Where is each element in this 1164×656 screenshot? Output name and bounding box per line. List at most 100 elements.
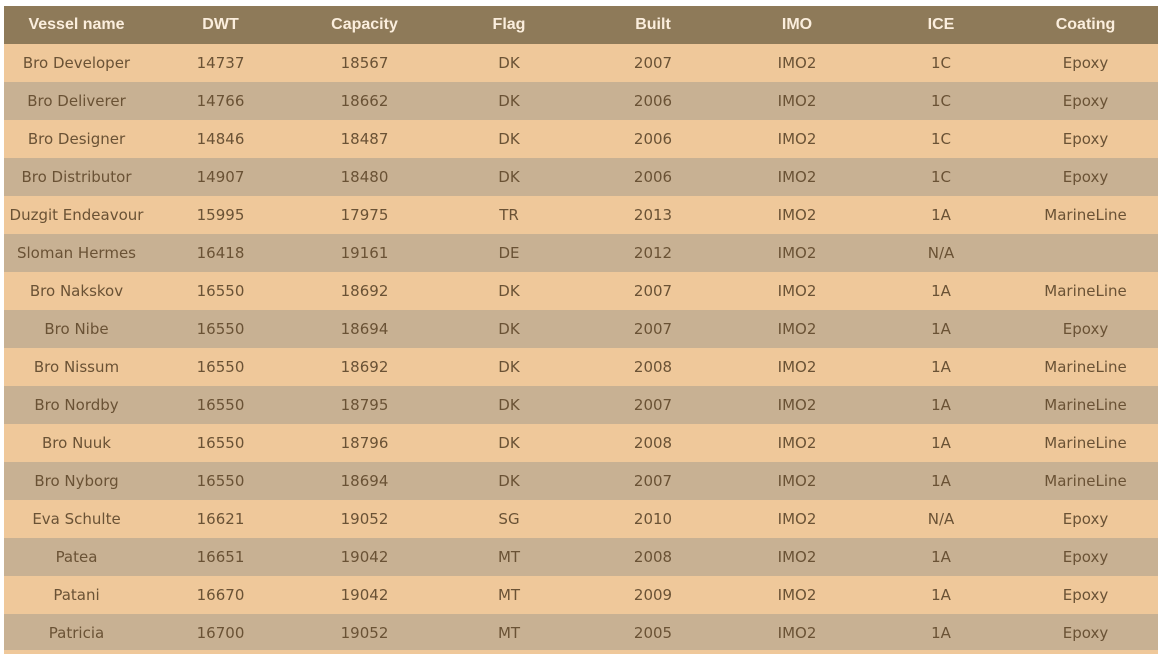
table-row: Bro Nyborg 16550 18694 DK 2007 IMO2 1A MarineLi… bbox=[4, 462, 1158, 500]
cell-dwt: 15995 bbox=[196, 206, 245, 224]
cell-ice: 1A bbox=[931, 434, 951, 452]
cell-vessel-name: Patani bbox=[53, 586, 100, 604]
cell-vessel-name: Bro Nissum bbox=[33, 358, 120, 376]
cell-built: 2006 bbox=[633, 168, 673, 186]
cell-flag: DK bbox=[498, 320, 520, 338]
cell-ice: 1A bbox=[931, 358, 951, 376]
cell-flag: DK bbox=[498, 282, 520, 300]
cell-built: 2008 bbox=[633, 548, 673, 566]
cell-vessel-name: Bro Nordby bbox=[34, 396, 119, 414]
cell-built: 2007 bbox=[633, 320, 673, 338]
cell-capacity: 18694 bbox=[340, 320, 389, 338]
cell-capacity: 18796 bbox=[340, 434, 389, 452]
cell-dwt: 16550 bbox=[196, 282, 245, 300]
cell-capacity: 18480 bbox=[340, 168, 389, 186]
cell-capacity: 19052 bbox=[340, 624, 389, 642]
cell-imo: IMO2 bbox=[777, 472, 817, 490]
cell-dwt: 16700 bbox=[196, 624, 245, 642]
cell-imo: IMO2 bbox=[777, 282, 817, 300]
column-header-vessel-name[interactable]: Vessel name bbox=[4, 6, 149, 44]
table-row: Eva Schulte 16621 19052 SG 2010 IMO2 N/A Epoxy bbox=[4, 500, 1158, 538]
table-row: Bro Nibe 16550 18694 DK 2007 IMO2 1A Epoxy bbox=[4, 310, 1158, 348]
cell-coating: Epoxy bbox=[1062, 92, 1109, 110]
cell-ice: N/A bbox=[927, 510, 955, 528]
table-row: Patricia 16700 19052 MT 2005 IMO2 1A Epoxy bbox=[4, 614, 1158, 652]
table-body: Bro Developer 14737 18567 DK 2007 IMO2 1C Epoxy… bbox=[4, 44, 1158, 652]
table-bottom-edge bbox=[4, 650, 1158, 654]
table-row: Patani 16670 19042 MT 2009 IMO2 1A Epoxy bbox=[4, 576, 1158, 614]
column-header-imo[interactable]: IMO bbox=[725, 6, 869, 44]
cell-flag: DK bbox=[498, 168, 520, 186]
cell-flag: MT bbox=[497, 548, 521, 566]
cell-vessel-name: Eva Schulte bbox=[32, 510, 121, 528]
cell-capacity: 19052 bbox=[340, 510, 389, 528]
cell-dwt: 14766 bbox=[196, 92, 245, 110]
cell-coating: Epoxy bbox=[1062, 548, 1109, 566]
cell-imo: IMO2 bbox=[777, 54, 817, 72]
cell-built: 2007 bbox=[633, 282, 673, 300]
cell-flag: DK bbox=[498, 54, 520, 72]
cell-ice: 1A bbox=[931, 624, 951, 642]
column-header-ice[interactable]: ICE bbox=[869, 6, 1013, 44]
cell-vessel-name: Bro Nyborg bbox=[34, 472, 119, 490]
cell-built: 2007 bbox=[633, 472, 673, 490]
column-header-coating[interactable]: Coating bbox=[1013, 6, 1158, 44]
cell-vessel-name: Bro Designer bbox=[27, 130, 126, 148]
cell-ice: 1A bbox=[931, 320, 951, 338]
cell-imo: IMO2 bbox=[777, 510, 817, 528]
cell-vessel-name: Bro Developer bbox=[22, 54, 131, 72]
cell-imo: IMO2 bbox=[777, 396, 817, 414]
cell-capacity: 18662 bbox=[340, 92, 389, 110]
table-row: Bro Designer 14846 18487 DK 2006 IMO2 1C Epoxy bbox=[4, 120, 1158, 158]
cell-imo: IMO2 bbox=[777, 358, 817, 376]
cell-coating: MarineLine bbox=[1044, 358, 1127, 376]
cell-flag: DE bbox=[498, 244, 520, 262]
table-row: Bro Nordby 16550 18795 DK 2007 IMO2 1A MarineLi… bbox=[4, 386, 1158, 424]
cell-ice: 1A bbox=[931, 282, 951, 300]
table-row: Duzgit Endeavour 15995 17975 TR 2013 IMO2 1A Ma… bbox=[4, 196, 1158, 234]
cell-dwt: 16550 bbox=[196, 358, 245, 376]
cell-imo: IMO2 bbox=[777, 206, 817, 224]
cell-vessel-name: Sloman Hermes bbox=[16, 244, 136, 262]
cell-imo: IMO2 bbox=[777, 586, 817, 604]
column-header-capacity[interactable]: Capacity bbox=[292, 6, 437, 44]
cell-vessel-name: Bro Deliverer bbox=[27, 92, 126, 110]
cell-coating: Epoxy bbox=[1062, 130, 1109, 148]
table-row: Patea 16651 19042 MT 2008 IMO2 1A Epoxy bbox=[4, 538, 1158, 576]
table-row: Bro Developer 14737 18567 DK 2007 IMO2 1C Epoxy bbox=[4, 44, 1158, 82]
cell-built: 2007 bbox=[633, 396, 673, 414]
cell-flag: DK bbox=[498, 92, 520, 110]
cell-ice: 1A bbox=[931, 548, 951, 566]
table-row: Bro Deliverer 14766 18662 DK 2006 IMO2 1C Epoxy bbox=[4, 82, 1158, 120]
cell-capacity: 18692 bbox=[340, 358, 389, 376]
cell-dwt: 16670 bbox=[196, 586, 245, 604]
cell-imo: IMO2 bbox=[777, 92, 817, 110]
cell-capacity: 19161 bbox=[340, 244, 389, 262]
cell-capacity: 19042 bbox=[340, 548, 389, 566]
cell-coating: MarineLine bbox=[1044, 396, 1127, 414]
cell-coating bbox=[1013, 234, 1158, 272]
cell-flag: DK bbox=[498, 358, 520, 376]
cell-flag: DK bbox=[498, 472, 520, 490]
cell-flag: DK bbox=[498, 130, 520, 148]
column-header-built[interactable]: Built bbox=[581, 6, 725, 44]
cell-flag: MT bbox=[497, 586, 521, 604]
cell-flag: DK bbox=[498, 434, 520, 452]
column-header-flag[interactable]: Flag bbox=[437, 6, 581, 44]
cell-coating: Epoxy bbox=[1062, 54, 1109, 72]
cell-ice: 1C bbox=[930, 92, 952, 110]
cell-capacity: 17975 bbox=[340, 206, 389, 224]
cell-dwt: 16418 bbox=[196, 244, 245, 262]
cell-built: 2005 bbox=[633, 624, 673, 642]
cell-built: 2007 bbox=[633, 54, 673, 72]
cell-coating: Epoxy bbox=[1062, 510, 1109, 528]
table-header: Vessel name DWT Capacity Flag Built IMO … bbox=[4, 6, 1158, 44]
cell-imo: IMO2 bbox=[777, 548, 817, 566]
cell-dwt: 16651 bbox=[196, 548, 245, 566]
cell-built: 2009 bbox=[633, 586, 673, 604]
cell-dwt: 14907 bbox=[196, 168, 245, 186]
column-header-dwt[interactable]: DWT bbox=[149, 6, 292, 44]
cell-dwt: 16550 bbox=[196, 434, 245, 452]
cell-ice: 1A bbox=[931, 472, 951, 490]
cell-imo: IMO2 bbox=[777, 434, 817, 452]
